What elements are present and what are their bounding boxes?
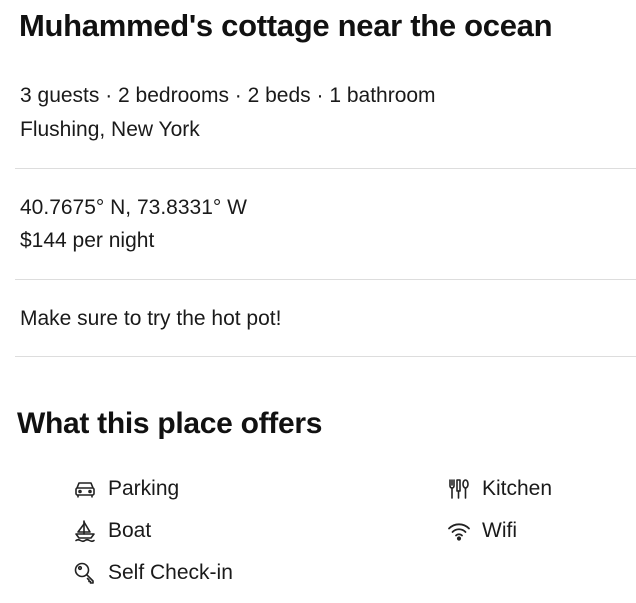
amenity-label: Parking [108, 477, 180, 500]
car-icon [72, 476, 98, 502]
listing-coordinates: 40.7675° N, 73.8331° W [20, 196, 247, 219]
boat-icon [72, 518, 98, 544]
listing-summary: 3 guests · 2 bedrooms · 2 beds · 1 bathr… [20, 84, 436, 107]
divider [15, 356, 636, 357]
divider [15, 168, 636, 169]
amenity-parking: Parking [72, 474, 179, 504]
amenity-self-check-in: Self Check-in [72, 558, 233, 588]
amenity-kitchen: Kitchen [446, 474, 552, 504]
listing-note: Make sure to try the hot pot! [20, 307, 282, 330]
amenity-label: Boat [108, 519, 152, 542]
amenity-label: Kitchen [482, 477, 553, 500]
amenity-boat: Boat [72, 516, 151, 546]
amenity-label: Wifi [482, 519, 517, 542]
listing-location: Flushing, New York [20, 118, 200, 141]
offers-title: What this place offers [17, 407, 323, 440]
amenity-wifi: Wifi [446, 516, 517, 546]
listing-price: $144 per night [20, 229, 155, 252]
listing-title: Muhammed's cottage near the ocean [19, 8, 553, 43]
key-icon [72, 560, 98, 586]
divider [15, 279, 636, 280]
wifi-icon [446, 518, 472, 544]
amenity-label: Self Check-in [108, 561, 233, 584]
kitchen-utensils-icon [446, 476, 472, 502]
